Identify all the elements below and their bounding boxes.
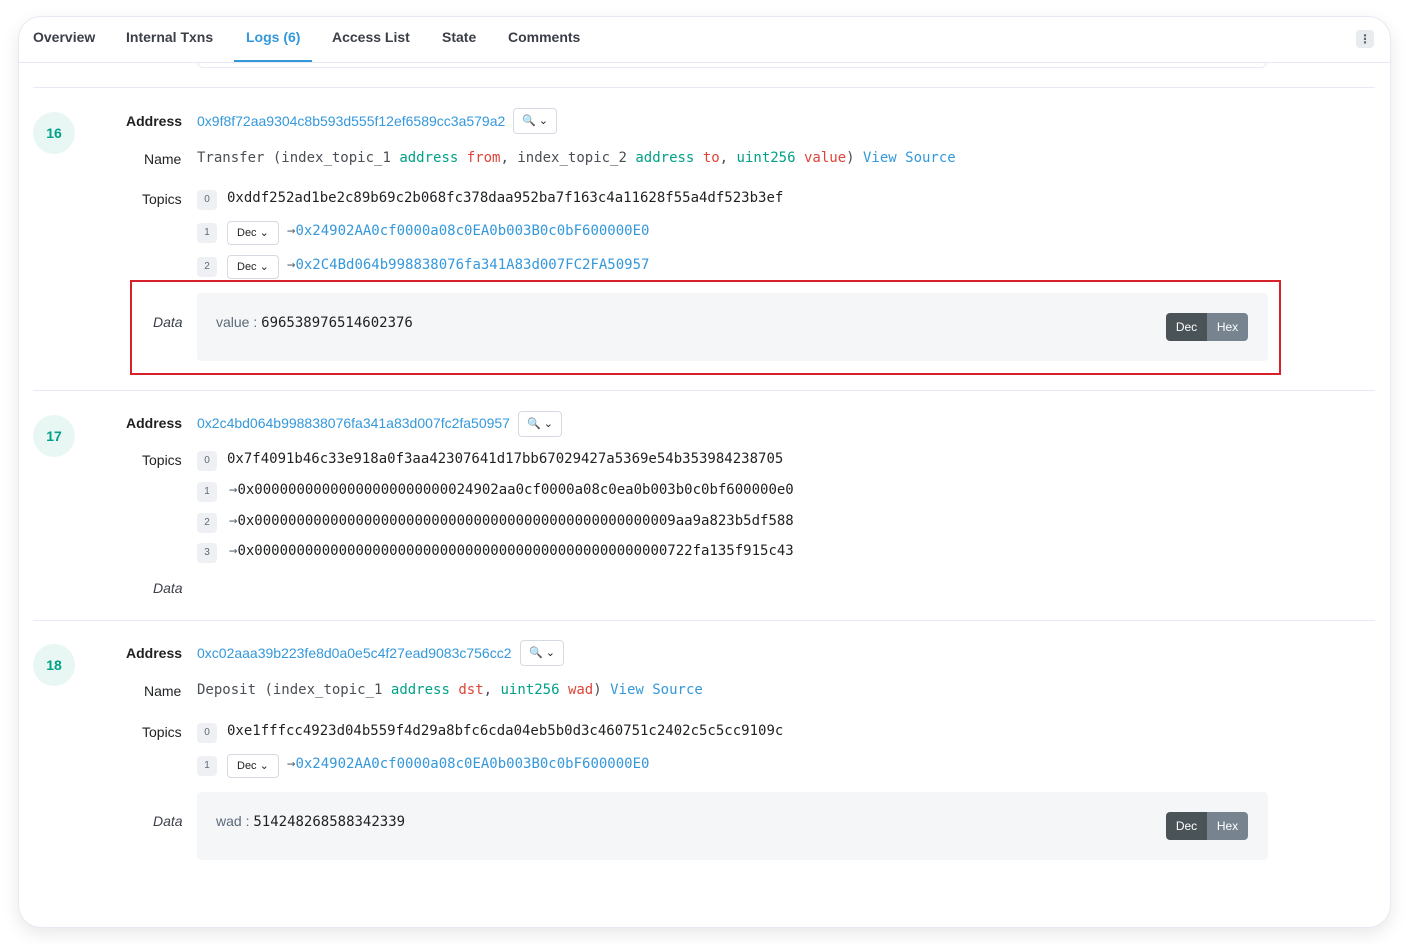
chevron-down-icon: ⌄ bbox=[259, 261, 269, 273]
topic-value: →0x24902AA0cf0000a08c0EA0b003B0c0bF60000… bbox=[287, 223, 649, 239]
log-index-badge: 16 bbox=[33, 112, 75, 154]
topic-format-select[interactable]: Dec ⌄ bbox=[227, 221, 279, 245]
log-address-link[interactable]: 0xc02aaa39b223fe8d0a0e5c4f27ead9083c756c… bbox=[197, 645, 512, 661]
topic-format-select[interactable]: Dec ⌄ bbox=[227, 255, 279, 279]
data-label: Data bbox=[153, 813, 183, 829]
tab-comments[interactable]: Comments bbox=[508, 29, 580, 45]
topic-value: →0x0000000000000000000000000000000000000… bbox=[229, 543, 794, 559]
search-icon: 🔍 bbox=[529, 647, 543, 659]
name-label: Name bbox=[144, 683, 182, 699]
topics-label: Topics bbox=[142, 452, 182, 468]
topics-label: Topics bbox=[142, 724, 182, 740]
topic-index: 1 bbox=[197, 223, 217, 243]
topic-address-link[interactable]: 0x24902AA0cf0000a08c0EA0b003B0c0bF600000… bbox=[295, 223, 649, 239]
topic-index: 0 bbox=[197, 723, 217, 743]
address-label: Address bbox=[126, 415, 183, 431]
name-label: Name bbox=[144, 151, 182, 167]
tab-state[interactable]: State bbox=[442, 29, 476, 45]
address-search-dropdown[interactable]: 🔍 ⌄ bbox=[520, 640, 564, 666]
topic-index: 3 bbox=[197, 543, 217, 563]
topic-index: 1 bbox=[197, 482, 217, 502]
topic-format-select[interactable]: Dec ⌄ bbox=[227, 754, 279, 778]
chevron-down-icon: ⌄ bbox=[259, 760, 269, 772]
log-address-link[interactable]: 0x9f8f72aa9304c8b593d555f12ef6589cc3a579… bbox=[197, 113, 505, 129]
topic-index: 0 bbox=[197, 190, 217, 210]
hex-button[interactable]: Hex bbox=[1207, 812, 1248, 840]
event-signature: Deposit (index_topic_1 address dst, uint… bbox=[197, 682, 703, 698]
more-options-icon[interactable]: ⋮ bbox=[1356, 30, 1374, 48]
divider bbox=[33, 87, 1375, 88]
logs-card: Overview Internal Txns Logs (6) Access L… bbox=[19, 17, 1390, 927]
event-signature: Transfer (index_topic_1 address from, in… bbox=[197, 150, 956, 166]
address-search-dropdown[interactable]: 🔍 ⌄ bbox=[518, 411, 562, 437]
address-search-dropdown[interactable]: 🔍 ⌄ bbox=[513, 108, 557, 134]
topic-value: →0x00000000000000000000000024902aa0cf000… bbox=[229, 482, 794, 498]
topic-value: →0x0000000000000000000000000000000000000… bbox=[229, 513, 794, 529]
data-label: Data bbox=[153, 580, 183, 596]
tab-internal-txns[interactable]: Internal Txns bbox=[126, 29, 213, 45]
log-address-link[interactable]: 0x2c4bd064b998838076fa341a83d007fc2fa509… bbox=[197, 415, 510, 431]
topic-value: 0x7f4091b46c33e918a0f3aa42307641d17bb670… bbox=[227, 451, 784, 467]
topic-index: 0 bbox=[197, 451, 217, 471]
log-index-badge: 17 bbox=[33, 415, 75, 457]
dec-button[interactable]: Dec bbox=[1166, 812, 1207, 840]
dec-hex-toggle: Dec Hex bbox=[1166, 812, 1248, 840]
topic-index: 2 bbox=[197, 513, 217, 533]
tab-overview[interactable]: Overview bbox=[33, 29, 95, 45]
topic-address-link[interactable]: 0x2C4Bd064b998838076fa341A83d007FC2FA509… bbox=[295, 257, 649, 273]
address-label: Address bbox=[126, 113, 183, 129]
topic-address-link[interactable]: 0x24902AA0cf0000a08c0EA0b003B0c0bF600000… bbox=[295, 756, 649, 772]
topic-index: 1 bbox=[197, 756, 217, 776]
topic-value: →0x2C4Bd064b998838076fa341A83d007FC2FA50… bbox=[287, 257, 649, 273]
search-icon: 🔍 bbox=[527, 418, 541, 430]
view-source-link[interactable]: View Source bbox=[863, 150, 956, 166]
data-value: wad : 514248268588342339 bbox=[216, 813, 406, 830]
chevron-down-icon: ⌄ bbox=[538, 115, 548, 127]
topic-value: 0xddf252ad1be2c89b69c2b068fc378daa952ba7… bbox=[227, 190, 784, 206]
divider bbox=[33, 390, 1375, 391]
topic-index: 2 bbox=[197, 257, 217, 277]
topics-label: Topics bbox=[142, 191, 182, 207]
search-icon: 🔍 bbox=[522, 115, 536, 127]
address-label: Address bbox=[126, 645, 183, 661]
log-index-badge: 18 bbox=[33, 644, 75, 686]
highlight-box bbox=[130, 280, 1281, 375]
divider bbox=[33, 620, 1375, 621]
tab-access-list[interactable]: Access List bbox=[332, 29, 410, 45]
topic-value: 0xe1fffcc4923d04b559f4d29a8bfc6cda04eb5b… bbox=[227, 723, 784, 739]
tab-logs[interactable]: Logs (6) bbox=[246, 29, 300, 45]
tab-bar: Overview Internal Txns Logs (6) Access L… bbox=[19, 17, 1390, 63]
view-source-link[interactable]: View Source bbox=[610, 682, 703, 698]
chevron-down-icon: ⌄ bbox=[545, 647, 555, 659]
chevron-down-icon: ⌄ bbox=[543, 418, 553, 430]
chevron-down-icon: ⌄ bbox=[259, 227, 269, 239]
previous-log-edge bbox=[197, 62, 1267, 68]
topic-value: →0x24902AA0cf0000a08c0EA0b003B0c0bF60000… bbox=[287, 756, 649, 772]
